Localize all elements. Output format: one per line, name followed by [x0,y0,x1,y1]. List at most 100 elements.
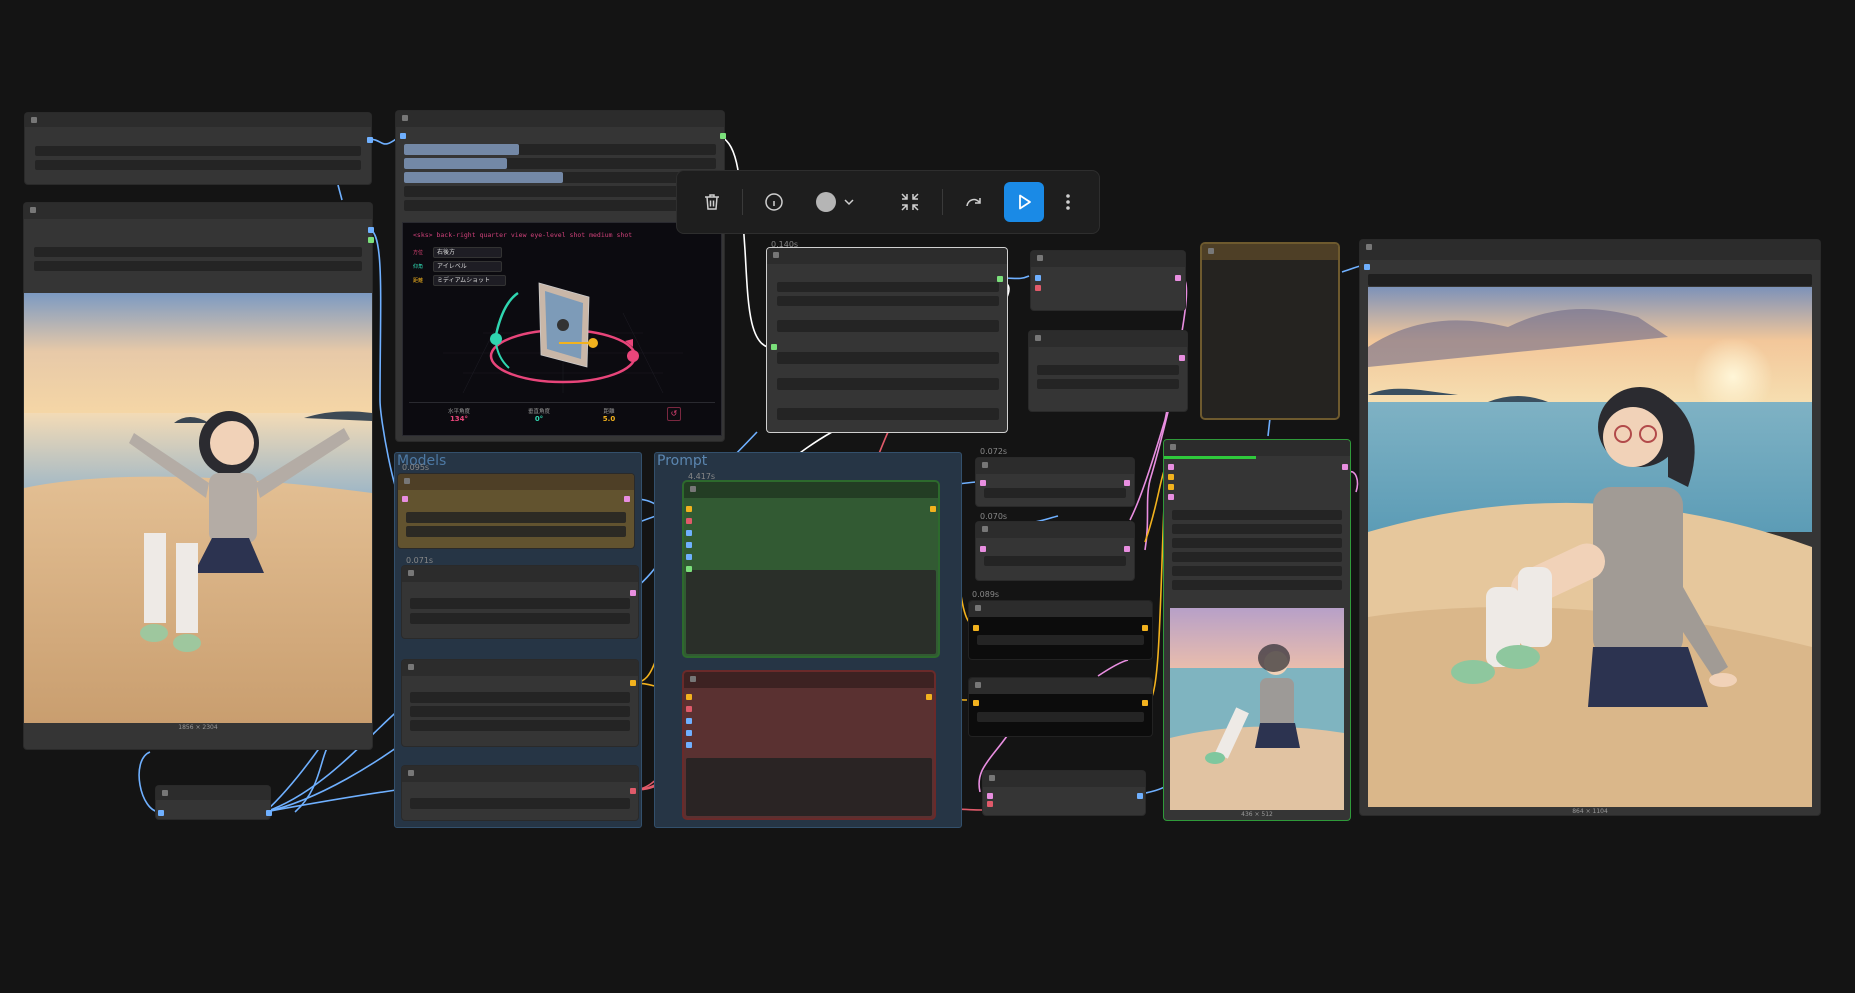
input-port[interactable] [987,793,993,799]
node-collapse-dot[interactable] [408,570,414,576]
slider-widget[interactable] [404,144,716,155]
widget-field[interactable] [410,598,630,609]
conditioning-node-b[interactable] [969,678,1152,736]
widget-field[interactable] [777,408,999,420]
widget-field[interactable] [977,712,1144,722]
widget-field[interactable] [777,320,999,332]
node-collapse-dot[interactable] [408,664,414,670]
input-port[interactable] [973,700,979,706]
orbit-gizmo[interactable] [403,263,721,403]
widget-field[interactable] [404,200,716,211]
small-primitive-node[interactable] [156,786,272,819]
output-port[interactable] [1137,793,1143,799]
widget-field[interactable] [1172,566,1342,576]
slider-widget[interactable] [404,158,716,169]
vae-encode-node-a[interactable] [976,458,1134,506]
input-port[interactable] [686,542,692,548]
node-collapse-dot[interactable] [773,252,779,258]
input-port[interactable] [686,742,692,748]
reset-icon[interactable]: ↺ [667,407,681,421]
delete-button[interactable] [692,182,732,222]
input-port[interactable] [158,810,164,816]
note-node[interactable] [1202,244,1338,418]
input-port[interactable] [1364,264,1370,270]
negative-prompt-node[interactable] [684,672,934,818]
node-collapse-dot[interactable] [162,790,168,796]
output-port[interactable] [1342,464,1348,470]
node-collapse-dot[interactable] [404,478,410,484]
azimuth-select[interactable]: 右後方 [433,247,502,258]
prompt-textarea[interactable] [686,758,932,816]
node-collapse-dot[interactable] [1208,248,1214,254]
widget-field[interactable] [34,247,362,257]
output-port[interactable] [368,237,374,243]
positive-prompt-node[interactable] [684,482,938,656]
widget-field[interactable] [410,798,630,809]
output-port[interactable] [930,506,936,512]
widget-field[interactable] [777,378,999,390]
widget-field[interactable] [777,282,999,292]
node-collapse-dot[interactable] [982,462,988,468]
input-port[interactable] [686,718,692,724]
node-collapse-dot[interactable] [1037,255,1043,261]
widget-field[interactable] [35,160,361,170]
lora-loader-node[interactable] [402,566,638,638]
node-collapse-dot[interactable] [408,770,414,776]
widget-field[interactable] [984,556,1126,566]
input-port[interactable] [686,518,692,524]
output-port[interactable] [1179,355,1185,361]
more-button[interactable] [1052,182,1084,222]
widget-field[interactable] [1368,274,1812,286]
widget-field[interactable] [35,146,361,156]
image-scale-node[interactable] [1031,251,1185,310]
preview-image-node[interactable]: 864 × 1104 [1360,240,1820,815]
output-port[interactable] [1124,546,1130,552]
widget-field[interactable] [1037,365,1179,375]
input-port[interactable] [1168,484,1174,490]
input-port[interactable] [1168,464,1174,470]
widget-field[interactable] [1172,552,1342,562]
widget-field[interactable] [777,296,999,306]
input-port[interactable] [1168,494,1174,500]
output-port[interactable] [367,137,373,143]
widget-field[interactable] [410,706,630,717]
output-port[interactable] [630,590,636,596]
vae-loader-node[interactable] [402,660,638,746]
input-port[interactable] [686,554,692,560]
input-port[interactable] [400,133,406,139]
load-image-node[interactable]: 1856 × 2304 [24,203,374,749]
node-collapse-dot[interactable] [1366,244,1372,250]
info-button[interactable] [754,182,794,222]
widget-field[interactable] [977,635,1144,645]
ksampler-node[interactable]: 436 × 512 [1164,440,1350,820]
output-port[interactable] [630,788,636,794]
input-port[interactable] [686,730,692,736]
fit-button[interactable] [890,182,930,222]
input-port[interactable] [987,801,993,807]
bypass-button[interactable] [954,182,994,222]
slider-widget[interactable] [404,172,716,183]
encode-node[interactable] [1029,331,1187,411]
camera-3d-widget[interactable]: <sks> back-right quarter view eye-level … [402,222,722,436]
widget-field[interactable] [410,692,630,703]
input-port[interactable] [980,480,986,486]
vae-encode-node-b[interactable] [976,522,1134,580]
clip-loader-node[interactable] [402,766,638,820]
node-collapse-dot[interactable] [989,775,995,781]
widget-field[interactable] [404,186,716,197]
widget-field[interactable] [1172,580,1342,590]
output-port[interactable] [1124,480,1130,486]
widget-field[interactable] [1037,379,1179,389]
run-button[interactable] [1004,182,1044,222]
input-port[interactable] [1035,285,1041,291]
input-port[interactable] [1168,474,1174,480]
output-port[interactable] [624,496,630,502]
output-port[interactable] [926,694,932,700]
node-collapse-dot[interactable] [975,605,981,611]
conditioning-node-a[interactable] [969,601,1152,659]
widget-field[interactable] [777,352,999,364]
widget-field[interactable] [34,261,362,271]
input-port[interactable] [686,694,692,700]
selected-sampler-node[interactable] [767,248,1007,432]
output-port[interactable] [630,680,636,686]
